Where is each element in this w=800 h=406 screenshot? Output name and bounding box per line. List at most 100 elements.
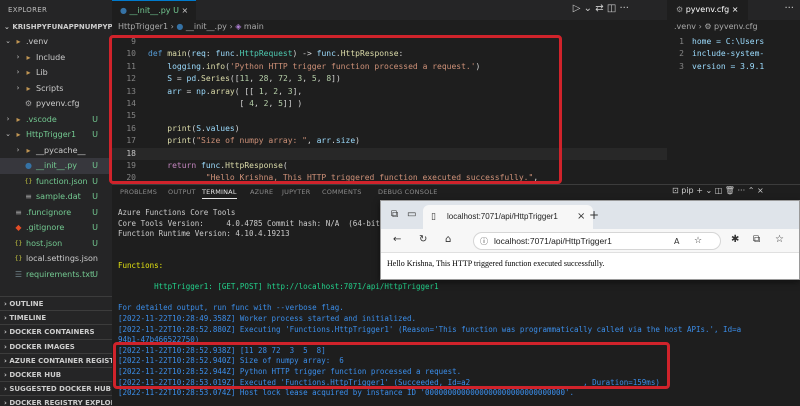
breadcrumb-file[interactable]: __init__.py (186, 22, 227, 31)
tab-output[interactable]: OUTPUT (168, 185, 196, 199)
folder-icon: ▸ (16, 37, 21, 46)
file-tree: ⌄ ▸ .venv › ▸ Include › ▸ Lib › ▸ Scripts ⚙ pyvenv.cf… (0, 34, 112, 282)
sidebar-section[interactable]: › TIMELINE (0, 310, 112, 324)
tree-item[interactable]: {} local.settings.json (0, 251, 112, 267)
read-aloud-icon[interactable]: A (674, 233, 679, 250)
config-line[interactable]: 2 include-system- (668, 48, 800, 60)
json-icon: {} (14, 239, 23, 247)
project-folder[interactable]: ⌄ KRISHPYFUNAPPNUMPYPA... (0, 20, 112, 34)
terminal-line: For detailed output, run func with --ver… (118, 303, 344, 313)
chevron-down-icon[interactable]: ⌄ (584, 3, 592, 14)
terminal-line: [2022-11-22T10:28:52.880Z] Executing 'Fu… (118, 324, 742, 334)
chevron-down-icon[interactable]: ⌄ (705, 186, 712, 195)
config-editor[interactable]: 1 home = C:\Users 2 include-system- 3 version… (668, 34, 800, 184)
tab-problems[interactable]: PROBLEMS (120, 185, 157, 199)
sidebar-section[interactable]: › DOCKER HUB (0, 367, 112, 381)
home-icon[interactable]: ⌂ (445, 234, 451, 245)
folder-icon: ▸ (16, 114, 21, 124)
terminal-icon: ⊡ (672, 186, 679, 195)
favorite-icon[interactable]: ☆ (694, 233, 702, 250)
tab-jupyter[interactable]: JUPYTER (282, 185, 310, 199)
close-icon[interactable]: × (732, 5, 739, 14)
tree-item[interactable]: {} function.json U (0, 174, 112, 190)
gear-icon: ⚙ (24, 99, 33, 108)
run-icon[interactable]: ▷ (573, 3, 581, 14)
sidebar-section[interactable]: › OUTLINE (0, 296, 112, 310)
git-status-badge: U (92, 176, 98, 186)
tab-terminal[interactable]: TERMINAL (202, 185, 237, 199)
extensions-icon[interactable]: ✱ (731, 234, 739, 245)
tree-item[interactable]: › ▸ Include (0, 50, 112, 66)
python-icon: ● (120, 6, 127, 15)
tree-item[interactable]: ● __init__.py U (0, 158, 112, 174)
sidebar-section[interactable]: › DOCKER CONTAINERS (0, 324, 112, 338)
split-terminal-icon[interactable]: ◫ (715, 186, 723, 195)
terminal-highlight-box (113, 342, 670, 389)
browser-tab[interactable]: ▯ localhost:7071/api/HttpTrigger1 × (423, 205, 593, 229)
favorites-icon[interactable]: ☆ (775, 234, 784, 245)
config-line[interactable]: 1 home = C:\Users (668, 36, 800, 48)
breadcrumb-folder[interactable]: HttpTrigger1 (118, 22, 168, 31)
tab-init-py[interactable]: ● __init__.py U × (112, 0, 196, 20)
chevron-right-icon: › (170, 22, 174, 31)
tree-item-label: HttpTrigger1 (26, 130, 77, 139)
tree-item[interactable]: ⚙ pyvenv.cfg (0, 96, 112, 112)
sidebar-section-label: AZURE CONTAINER REGISTRY (9, 356, 112, 365)
folder-icon: ▸ (26, 52, 31, 62)
tree-item[interactable]: ⌄ ▸ .venv (0, 34, 112, 50)
chevron-down-icon: ⌄ (4, 23, 10, 31)
line-number: 2 (679, 49, 684, 59)
terminal-line: Functions: (118, 261, 164, 270)
tab-debug-console[interactable]: DEBUG CONSOLE (378, 185, 438, 199)
new-tab-icon[interactable]: + (589, 208, 599, 222)
more-icon[interactable]: ··· (619, 3, 629, 14)
close-icon[interactable]: × (577, 205, 585, 229)
chevron-right-icon: › (16, 145, 20, 154)
tree-item[interactable]: {} host.json U (0, 236, 112, 252)
trash-icon[interactable]: 🗑 (725, 186, 735, 195)
compare-icon[interactable]: ⇄ (595, 3, 603, 14)
maximize-icon[interactable]: ⌃ (748, 186, 755, 195)
split-editor-icon[interactable]: ◫ (607, 3, 616, 14)
tree-item-label: .funcignore (26, 207, 72, 217)
tab-pyvenv-cfg[interactable]: ⚙ pyvenv.cfg × (668, 0, 748, 20)
breadcrumb-symbol[interactable]: main (244, 22, 264, 31)
tab-comments[interactable]: COMMENTS (322, 185, 362, 199)
sidebar-section[interactable]: › AZURE CONTAINER REGISTRY (0, 352, 112, 367)
git-status-badge: U (92, 130, 98, 139)
sidebar-section[interactable]: › DOCKER IMAGES (0, 338, 112, 353)
tree-item-label: Include (36, 52, 66, 62)
sidebar-section-label: DOCKER CONTAINERS (9, 328, 95, 337)
add-terminal-icon[interactable]: + (696, 186, 703, 195)
tree-item[interactable]: › ▸ __pycache__ (0, 143, 112, 159)
close-icon[interactable]: × (182, 6, 189, 15)
tree-item[interactable]: ◆ .gitignore U (0, 220, 112, 236)
sidebar-section[interactable]: › DOCKER REGISTRY EXPLORER (0, 395, 112, 406)
back-icon[interactable]: ← (393, 234, 401, 245)
tree-item[interactable]: ≡ sample.dat U (0, 189, 112, 205)
tree-item-label: host.json (26, 238, 63, 248)
config-line[interactable]: 3 version = 3.9.1 (668, 61, 800, 73)
more-icon[interactable]: ··· (784, 3, 794, 14)
breadcrumb-file[interactable]: pyvenv.cfg (714, 22, 758, 31)
tabs-icon[interactable]: ▭ (407, 209, 416, 220)
tree-item[interactable]: ☰ requirements.txt U (0, 267, 112, 283)
breadcrumb-folder[interactable]: .venv (674, 22, 696, 31)
tree-item[interactable]: › ▸ Scripts (0, 81, 112, 97)
tree-item[interactable]: ≡ .funcignore U (0, 205, 112, 221)
tab-azure[interactable]: AZURE (250, 185, 273, 199)
shell-label[interactable]: pip (681, 186, 693, 195)
tree-item[interactable]: › ▸ Lib (0, 65, 112, 81)
address-bar[interactable]: ⓘ localhost:7071/api/HttpTrigger1 A ☆ (473, 232, 721, 250)
close-icon[interactable]: × (757, 186, 764, 195)
tab-actions-icon[interactable]: ⧉ (391, 209, 398, 220)
refresh-icon[interactable]: ↻ (419, 234, 427, 245)
more-icon[interactable]: ··· (738, 186, 746, 195)
git-status-badge: U (92, 207, 98, 217)
chevron-right-icon: › (16, 68, 20, 76)
tree-item[interactable]: › ▸ .vscode U (0, 112, 112, 128)
collections-icon[interactable]: ⧉ (753, 234, 760, 245)
sidebar-section[interactable]: › SUGGESTED DOCKER HUB I... (0, 381, 112, 395)
tree-item[interactable]: ⌄ ▸ HttpTrigger1 U (0, 127, 112, 143)
tree-item-label: Lib (36, 68, 48, 77)
